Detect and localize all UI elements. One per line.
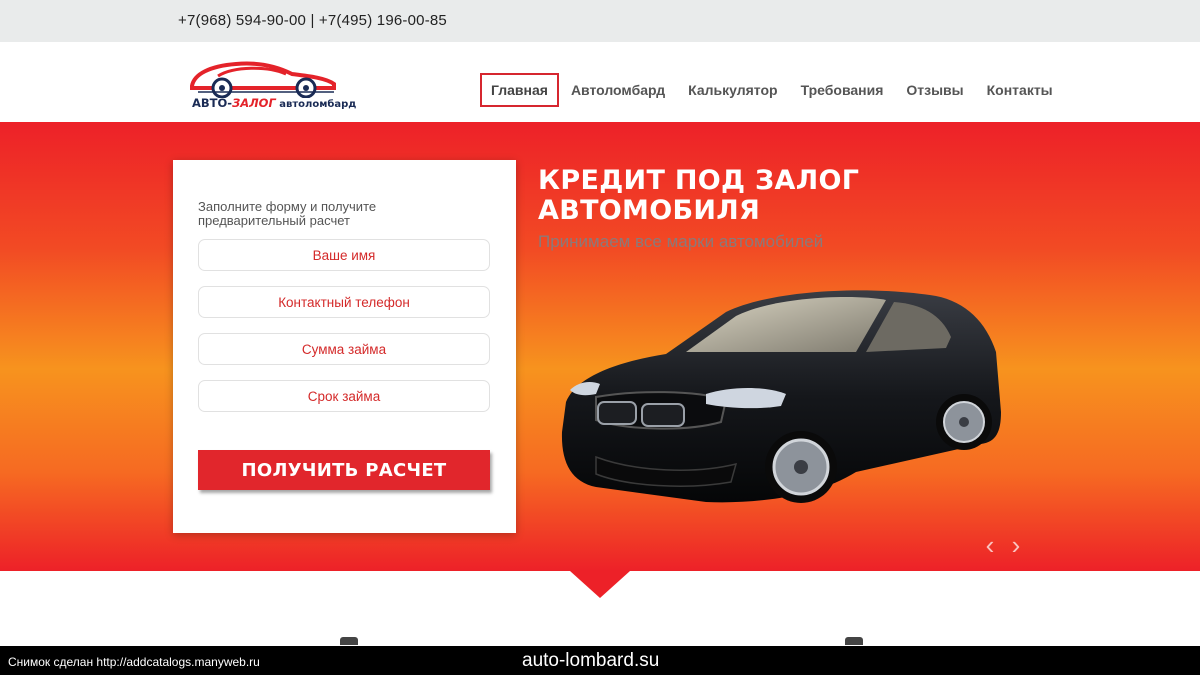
- phone-input[interactable]: [198, 286, 490, 318]
- hero-pointer-notch: [570, 571, 630, 598]
- nav-item-reviews[interactable]: Отзывы: [895, 73, 974, 107]
- name-input[interactable]: [198, 239, 490, 271]
- top-contact-bar: +7(968) 594-90-00 | +7(495) 196-00-85: [0, 0, 1200, 42]
- nav-item-home[interactable]: Главная: [480, 73, 559, 107]
- hero-subtitle: Принимаем все марки автомобилей: [538, 232, 824, 251]
- caption-source: Снимок сделан http://addcatalogs.manyweb…: [8, 655, 260, 669]
- logo-text: АВТО-ЗАЛОГ автоломбард: [192, 96, 357, 110]
- site-header: АВТО-ЗАЛОГ автоломбард Главная Автоломба…: [0, 42, 1200, 122]
- car-logo-icon: [190, 61, 336, 99]
- slider-next-icon[interactable]: ›: [1006, 532, 1026, 558]
- nav-item-contacts[interactable]: Контакты: [976, 73, 1064, 107]
- nav-item-calculator[interactable]: Калькулятор: [677, 73, 788, 107]
- form-intro: Заполните форму и получите предварительн…: [198, 199, 377, 228]
- slider-prev-icon[interactable]: ‹: [980, 532, 1000, 558]
- hero-title: КРЕДИТ ПОД ЗАЛОГ АВТОМОБИЛЯ: [538, 165, 860, 226]
- phone-numbers[interactable]: +7(968) 594-90-00 | +7(495) 196-00-85: [178, 12, 447, 29]
- slider-arrows: ‹ ›: [980, 532, 1026, 558]
- get-calculation-button[interactable]: Получить расчет: [198, 450, 490, 490]
- loan-amount-input[interactable]: [198, 333, 490, 365]
- nav-item-pawnshop[interactable]: Автоломбард: [560, 73, 676, 107]
- loan-calculation-form: Заполните форму и получите предварительн…: [173, 160, 516, 533]
- nav-item-requirements[interactable]: Требования: [790, 73, 895, 107]
- loan-term-input[interactable]: [198, 380, 490, 412]
- black-sedan-car-image: [561, 290, 1001, 503]
- screenshot-caption-bar: Снимок сделан http://addcatalogs.manyweb…: [0, 646, 1200, 675]
- caption-domain: auto-lombard.su: [522, 650, 660, 671]
- main-nav: Главная Автоломбард Калькулятор Требован…: [480, 73, 1065, 107]
- hero-section: Заполните форму и получите предварительн…: [0, 122, 1200, 571]
- site-logo[interactable]: АВТО-ЗАЛОГ автоломбард: [188, 56, 356, 114]
